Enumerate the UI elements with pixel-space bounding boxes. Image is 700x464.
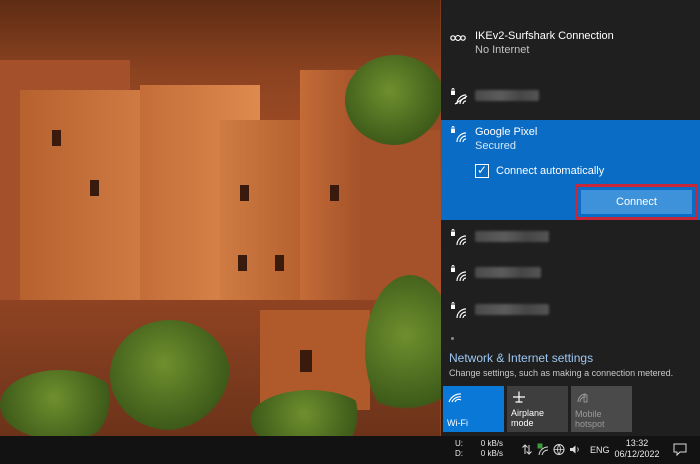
network-speed-icon[interactable]: [521, 443, 533, 456]
upload-value: 0 kB/s: [480, 439, 503, 448]
wallpaper-window: [240, 185, 249, 201]
wallpaper-palm: [345, 55, 445, 145]
download-value: 0 kB/s: [480, 449, 503, 458]
secured-wifi-icon: [451, 88, 468, 105]
network-settings-description: Change settings, such as making a connec…: [449, 368, 674, 378]
redacted-network-name: [475, 267, 541, 278]
wifi-network-item[interactable]: [441, 291, 700, 329]
network-speed-meter: U: 0 kB/s D: 0 kB/s: [455, 439, 503, 459]
wallpaper-shrub: [0, 370, 120, 436]
wifi-quick-action-label: Wi-Fi: [447, 418, 468, 428]
secured-wifi-icon: [451, 126, 467, 143]
wallpaper-window: [330, 185, 339, 201]
connect-button[interactable]: Connect: [581, 190, 692, 214]
taskbar-clock[interactable]: 13:32 06/12/2022: [614, 438, 660, 460]
airplane-mode-quick-action[interactable]: Airplane mode: [507, 386, 568, 432]
input-language-indicator[interactable]: ENG: [590, 445, 610, 455]
airplane-icon: [513, 391, 525, 403]
vpn-connection-item[interactable]: IKEv2-Surfshark Connection No Internet: [441, 22, 700, 66]
wallpaper-palm: [110, 320, 230, 430]
redacted-network-name: [475, 90, 539, 101]
redacted-network-name: [475, 304, 549, 315]
checkmark-icon: ✓: [477, 163, 488, 177]
wifi-icon: [448, 393, 462, 403]
wifi-network-item[interactable]: [441, 77, 700, 115]
clock-time: 13:32: [625, 438, 649, 448]
wifi-network-item[interactable]: [441, 254, 700, 292]
download-label: D:: [455, 449, 463, 458]
speaker-icon[interactable]: [569, 443, 581, 456]
wallpaper-window: [52, 130, 61, 146]
wifi-status-icon[interactable]: [537, 443, 549, 456]
selected-network-item[interactable]: Google Pixel Secured ✓ Connect automatic…: [441, 120, 700, 220]
wifi-network-item[interactable]: [441, 218, 700, 256]
upload-label: U:: [455, 439, 463, 448]
redacted-network-name: [475, 231, 549, 242]
mobile-hotspot-label: Mobile hotspot: [575, 409, 605, 429]
connect-automatically-label[interactable]: Connect automatically: [496, 165, 604, 177]
selected-network-status: Secured: [475, 140, 516, 152]
secured-wifi-icon: [451, 265, 467, 282]
secured-wifi-icon: [451, 302, 467, 319]
wallpaper-door: [300, 350, 312, 372]
globe-icon[interactable]: [553, 443, 565, 456]
connect-automatically-checkbox[interactable]: ✓: [475, 163, 489, 178]
mobile-hotspot-quick-action[interactable]: Mobile hotspot: [571, 386, 632, 432]
mobile-hotspot-icon: [577, 393, 588, 403]
connect-button-highlight: Connect: [575, 184, 698, 220]
wallpaper-window: [275, 255, 284, 271]
selected-network-name: Google Pixel: [475, 126, 538, 138]
wallpaper-tower-left: [20, 90, 140, 320]
more-networks-indicator: [451, 337, 454, 340]
vpn-name: IKEv2-Surfshark Connection: [475, 30, 614, 42]
taskbar: U: 0 kB/s D: 0 kB/s ENG 13:32 06/12/2022: [0, 436, 700, 464]
vpn-status: No Internet: [475, 44, 530, 56]
network-settings-link[interactable]: Network & Internet settings: [449, 351, 593, 365]
wallpaper-window: [90, 180, 99, 196]
airplane-mode-label: Airplane mode: [511, 408, 545, 428]
network-flyout: IKEv2-Surfshark Connection No Internet G…: [441, 0, 700, 436]
wifi-quick-action[interactable]: Wi-Fi: [443, 386, 504, 432]
secured-wifi-icon: [451, 229, 467, 246]
notification-icon[interactable]: [673, 443, 687, 456]
wallpaper-window: [238, 255, 247, 271]
clock-date: 06/12/2022: [614, 449, 660, 459]
vpn-icon: [450, 34, 466, 42]
